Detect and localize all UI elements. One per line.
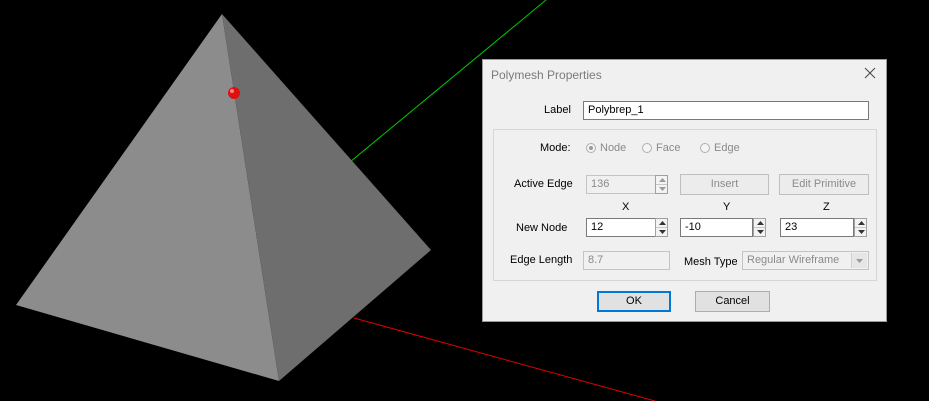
mode-radio-face[interactable]: Face — [642, 142, 680, 154]
spin-down-icon[interactable] — [754, 228, 765, 236]
mesh-type-select[interactable]: Regular Wireframe — [742, 251, 869, 270]
active-edge-caption: Active Edge — [514, 178, 573, 190]
new-node-x-spinner[interactable] — [655, 218, 668, 237]
radio-icon — [700, 143, 710, 153]
active-edge-input[interactable]: 136 — [586, 175, 656, 194]
label-input[interactable]: Polybrep_1 — [583, 101, 869, 120]
x-column-header: X — [622, 201, 630, 213]
mode-option-face-label: Face — [656, 142, 681, 154]
spin-down-icon[interactable] — [656, 185, 667, 193]
mode-radio-edge[interactable]: Edge — [700, 142, 740, 154]
insert-button[interactable]: Insert — [680, 174, 769, 195]
new-node-y-input[interactable]: -10 — [680, 218, 753, 237]
spin-up-icon[interactable] — [855, 219, 866, 228]
new-node-x-input[interactable]: 12 — [586, 218, 656, 237]
dialog-title: Polymesh Properties — [491, 68, 602, 82]
spin-up-icon[interactable] — [656, 176, 667, 185]
mode-radio-node[interactable]: Node — [586, 142, 626, 154]
radio-selected-icon — [586, 143, 596, 153]
chevron-down-icon[interactable] — [851, 253, 867, 268]
polymesh-properties-dialog: Polymesh Properties Label Polybrep_1 Mod… — [482, 59, 887, 322]
mesh-type-caption: Mesh Type — [684, 256, 738, 268]
new-node-y-spinner[interactable] — [753, 218, 766, 237]
new-node-z-spinner[interactable] — [854, 218, 867, 237]
label-caption: Label — [544, 104, 571, 116]
spin-down-icon[interactable] — [855, 228, 866, 236]
y-column-header: Y — [723, 201, 731, 213]
edge-length-input: 8.7 — [583, 251, 670, 270]
mesh-type-value: Regular Wireframe — [747, 254, 840, 266]
red-axis — [353, 317, 656, 401]
radio-icon — [642, 143, 652, 153]
new-node-z-input[interactable]: 23 — [780, 218, 854, 237]
spin-up-icon[interactable] — [754, 219, 765, 228]
close-icon[interactable] — [863, 66, 877, 80]
mode-option-edge-label: Edge — [714, 142, 740, 154]
cancel-button[interactable]: Cancel — [695, 291, 770, 312]
edit-primitive-button[interactable]: Edit Primitive — [779, 174, 869, 195]
mode-option-node-label: Node — [600, 142, 627, 154]
new-node-caption: New Node — [516, 222, 568, 234]
spin-down-icon[interactable] — [656, 228, 667, 236]
spin-up-icon[interactable] — [656, 219, 667, 228]
z-column-header: Z — [823, 201, 830, 213]
ok-button[interactable]: OK — [597, 291, 671, 312]
node-marker-highlight — [230, 89, 234, 93]
node-marker[interactable] — [228, 87, 240, 99]
mode-caption: Mode: — [540, 142, 571, 154]
active-edge-spinner[interactable] — [655, 175, 668, 194]
edge-length-caption: Edge Length — [510, 254, 573, 266]
